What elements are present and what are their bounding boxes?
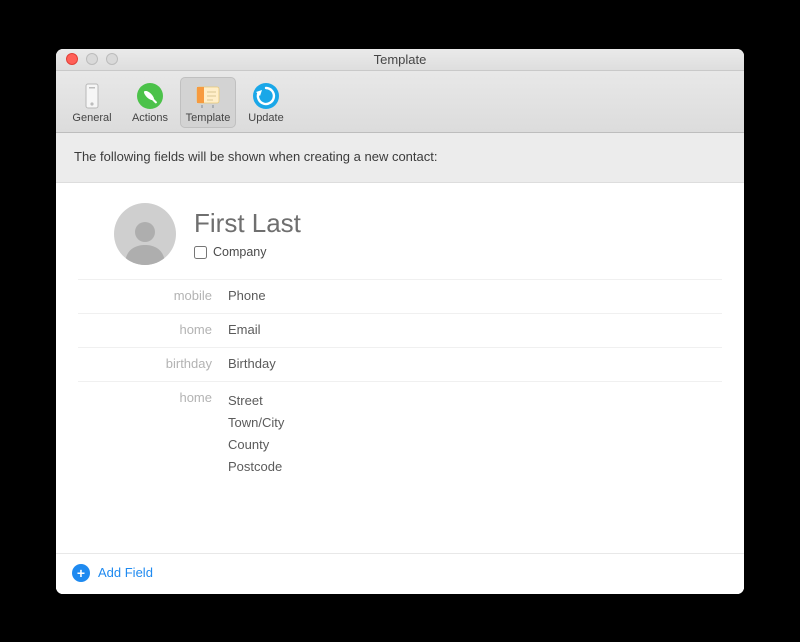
field-row-home-address[interactable]: home Street Town/City County Postcode <box>78 381 722 480</box>
address-line: County <box>228 434 284 456</box>
template-description: The following fields will be shown when … <box>56 133 744 183</box>
minimize-window-button[interactable] <box>86 53 98 65</box>
field-row-home-email[interactable]: home Email <box>78 313 722 347</box>
address-line: Postcode <box>228 456 284 478</box>
fullscreen-window-button[interactable] <box>106 53 118 65</box>
add-field-button[interactable]: Add Field <box>98 565 153 580</box>
address-line: Town/City <box>228 412 284 434</box>
actions-icon <box>135 81 165 111</box>
traffic-lights <box>56 53 118 65</box>
avatar-placeholder[interactable] <box>114 203 176 265</box>
name-placeholder[interactable]: First Last <box>194 208 301 239</box>
toolbar-tab-general[interactable]: General <box>64 77 120 128</box>
card-header: First Last Company <box>78 203 722 279</box>
toolbar-tab-label: General <box>72 112 111 124</box>
toolbar-tab-label: Template <box>186 112 231 124</box>
field-value: Email <box>228 322 261 337</box>
card-footer: + Add Field <box>56 553 744 594</box>
general-icon <box>77 81 107 111</box>
toolbar-tab-label: Update <box>248 112 283 124</box>
toolbar-tab-actions[interactable]: Actions <box>122 77 178 128</box>
field-label: home <box>78 322 228 337</box>
field-value: Birthday <box>228 356 276 371</box>
toolbar-tab-template[interactable]: Template <box>180 77 236 128</box>
preferences-window: Template General Actions Template Updat <box>56 49 744 594</box>
company-checkbox[interactable] <box>194 246 207 259</box>
preferences-toolbar: General Actions Template Update <box>56 71 744 133</box>
template-fields-area: First Last Company mobile Phone home Ema… <box>56 183 744 553</box>
field-label: birthday <box>78 356 228 371</box>
field-row-birthday[interactable]: birthday Birthday <box>78 347 722 381</box>
window-title: Template <box>56 52 744 67</box>
field-row-mobile-phone[interactable]: mobile Phone <box>78 279 722 313</box>
field-label: mobile <box>78 288 228 303</box>
update-icon <box>251 81 281 111</box>
toolbar-tab-label: Actions <box>132 112 168 124</box>
person-silhouette-icon <box>120 215 170 265</box>
close-window-button[interactable] <box>66 53 78 65</box>
company-label: Company <box>213 245 267 259</box>
address-lines: Street Town/City County Postcode <box>228 390 284 478</box>
company-checkbox-row[interactable]: Company <box>194 245 301 259</box>
window-titlebar: Template <box>56 49 744 71</box>
template-icon <box>193 81 223 111</box>
name-block: First Last Company <box>194 208 301 259</box>
address-line: Street <box>228 390 284 412</box>
plus-icon[interactable]: + <box>72 564 90 582</box>
toolbar-tab-update[interactable]: Update <box>238 77 294 128</box>
contact-template-card: First Last Company mobile Phone home Ema… <box>56 183 744 594</box>
field-label: home <box>78 390 228 405</box>
field-value: Phone <box>228 288 266 303</box>
